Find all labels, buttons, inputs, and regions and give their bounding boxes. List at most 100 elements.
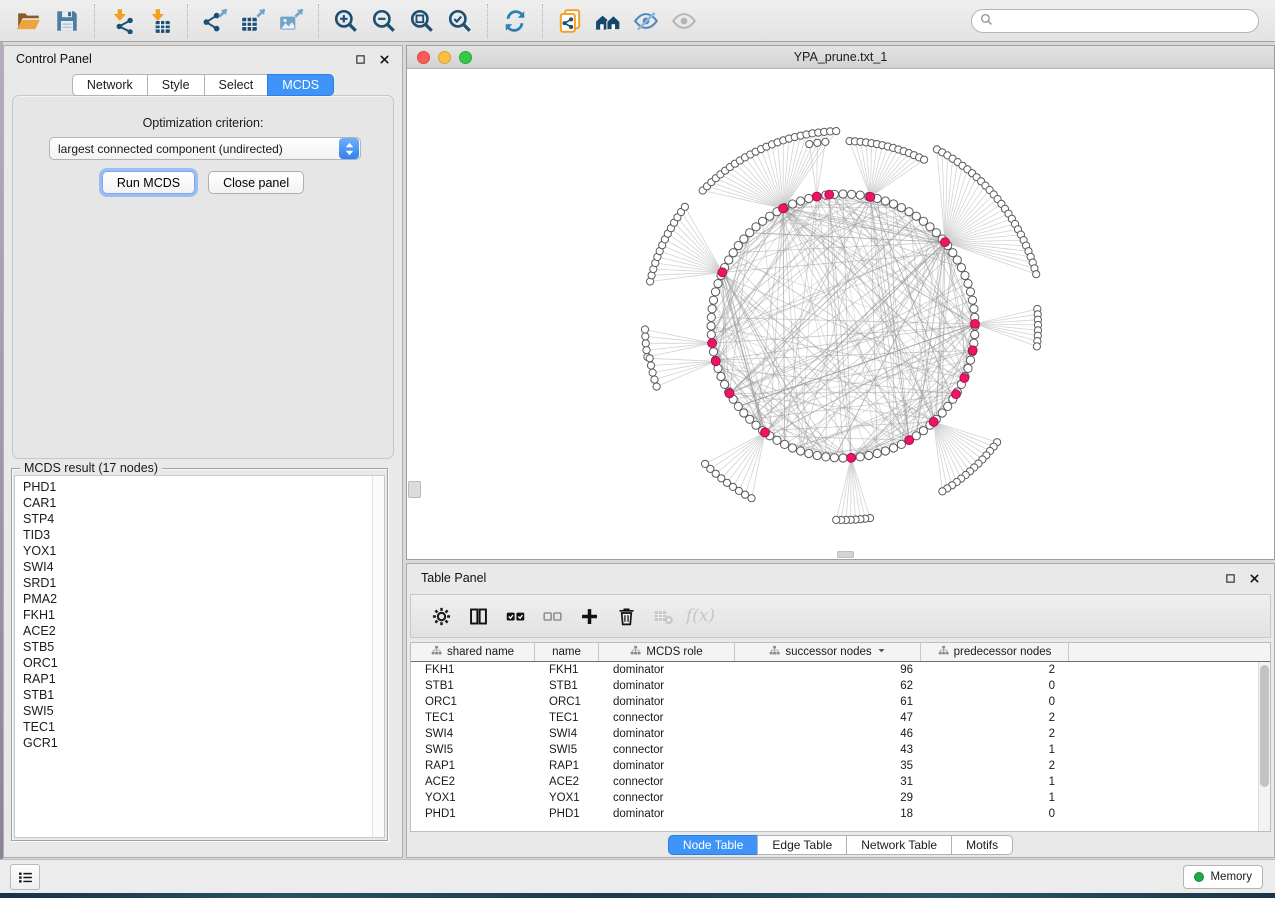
mcds-node[interactable]	[968, 346, 977, 355]
network-node[interactable]	[714, 280, 722, 288]
mcds-result-item[interactable]: FKH1	[15, 607, 384, 623]
table-row-YOX1[interactable]: YOX1YOX1connector291	[411, 790, 1270, 806]
network-node[interactable]	[788, 444, 796, 452]
network-node[interactable]	[957, 264, 965, 272]
float-panel-icon[interactable]	[355, 54, 366, 65]
columns-icon[interactable]	[460, 599, 497, 633]
table-row-SWI4[interactable]: SWI4SWI4dominator462	[411, 726, 1270, 742]
network-node[interactable]	[813, 451, 821, 459]
criterion-select[interactable]: largest connected component (undirected)	[49, 137, 361, 160]
network-node[interactable]	[797, 197, 805, 205]
zoom-window-icon[interactable]	[459, 51, 472, 64]
network-leaf-node[interactable]	[641, 326, 648, 333]
network-node[interactable]	[970, 305, 978, 313]
table-scrollbar[interactable]	[1258, 662, 1270, 831]
network-node[interactable]	[889, 444, 897, 452]
mcds-result-item[interactable]: PMA2	[15, 591, 384, 607]
zoom-selected-icon[interactable]	[441, 4, 479, 38]
network-node[interactable]	[873, 449, 881, 457]
network-leaf-node[interactable]	[681, 203, 688, 210]
network-node[interactable]	[897, 440, 905, 448]
network-leaf-node[interactable]	[833, 516, 840, 523]
tab-mcds[interactable]: MCDS	[267, 74, 334, 96]
tab-edge-table[interactable]: Edge Table	[757, 835, 847, 855]
mcds-node[interactable]	[929, 418, 938, 427]
table-row-ORC1[interactable]: ORC1ORC1dominator610	[411, 694, 1270, 710]
network-node[interactable]	[708, 305, 716, 313]
network-node[interactable]	[717, 372, 725, 380]
column-header-successor-nodes[interactable]: successor nodes	[735, 643, 921, 661]
network-leaf-node[interactable]	[653, 383, 660, 390]
network-leaf-node[interactable]	[921, 156, 928, 163]
mcds-node[interactable]	[866, 193, 875, 202]
network-node[interactable]	[759, 217, 767, 225]
network-node[interactable]	[905, 208, 913, 216]
network-node[interactable]	[961, 271, 969, 279]
network-node[interactable]	[707, 322, 715, 330]
network-node[interactable]	[709, 296, 717, 304]
network-leaf-node[interactable]	[647, 362, 654, 369]
mcds-node[interactable]	[941, 238, 950, 247]
mcds-node[interactable]	[708, 339, 717, 348]
tab-network[interactable]: Network	[72, 74, 148, 96]
tab-node-table[interactable]: Node Table	[668, 835, 759, 855]
table-row-FKH1[interactable]: FKH1FKH1dominator962	[411, 662, 1270, 678]
network-node[interactable]	[964, 280, 972, 288]
network-node[interactable]	[964, 364, 972, 372]
mcds-result-item[interactable]: STB1	[15, 687, 384, 703]
mcds-result-item[interactable]: SRD1	[15, 575, 384, 591]
network-leaf-node[interactable]	[646, 355, 653, 362]
network-node[interactable]	[971, 331, 979, 339]
tab-motifs[interactable]: Motifs	[951, 835, 1013, 855]
search-box[interactable]	[971, 9, 1259, 33]
mcds-node[interactable]	[711, 357, 720, 366]
network-node[interactable]	[897, 204, 905, 212]
network-canvas[interactable]	[407, 69, 1274, 559]
network-window-titlebar[interactable]: YPA_prune.txt_1	[407, 46, 1274, 69]
network-leaf-node[interactable]	[651, 376, 658, 383]
close-panel-icon[interactable]	[379, 54, 390, 65]
open-folder-icon[interactable]	[10, 4, 48, 38]
mcds-node[interactable]	[779, 204, 788, 213]
table-row-RAP1[interactable]: RAP1RAP1dominator352	[411, 758, 1270, 774]
network-vertical-scroll-thumb[interactable]	[408, 481, 421, 498]
network-leaf-node[interactable]	[1033, 271, 1040, 278]
import-table-icon[interactable]	[141, 4, 179, 38]
clipboard-network-icon[interactable]	[551, 4, 589, 38]
table-scroll-thumb[interactable]	[1260, 665, 1269, 787]
mcds-result-item[interactable]: STP4	[15, 511, 384, 527]
close-table-panel-icon[interactable]	[1249, 573, 1260, 584]
mcds-result-item[interactable]: TEC1	[15, 719, 384, 735]
network-leaf-node[interactable]	[643, 347, 650, 354]
mcds-result-item[interactable]: STB5	[15, 639, 384, 655]
close-window-icon[interactable]	[417, 51, 430, 64]
zoom-fit-icon[interactable]	[403, 4, 441, 38]
network-node[interactable]	[725, 256, 733, 264]
network-node[interactable]	[707, 313, 715, 321]
mcds-result-item[interactable]: GCR1	[15, 735, 384, 751]
table-row-STB1[interactable]: STB1STB1dominator620	[411, 678, 1270, 694]
mcds-result-item[interactable]: CAR1	[15, 495, 384, 511]
show-panels-button[interactable]	[10, 864, 40, 890]
network-node[interactable]	[788, 200, 796, 208]
table-row-ACE2[interactable]: ACE2ACE2connector311	[411, 774, 1270, 790]
column-header-shared-name[interactable]: shared name	[411, 643, 535, 661]
mcds-result-item[interactable]: PHD1	[15, 479, 384, 495]
trash-icon[interactable]	[608, 599, 645, 633]
network-leaf-node[interactable]	[939, 488, 946, 495]
network-node[interactable]	[729, 249, 737, 257]
network-leaf-node[interactable]	[642, 340, 649, 347]
network-node[interactable]	[830, 454, 838, 462]
column-header-predecessor-nodes[interactable]: predecessor nodes	[921, 643, 1069, 661]
network-leaf-node[interactable]	[702, 460, 709, 467]
tab-select[interactable]: Select	[204, 74, 269, 96]
network-leaf-node[interactable]	[806, 141, 813, 148]
tab-style[interactable]: Style	[147, 74, 205, 96]
mcds-result-item[interactable]: ORC1	[15, 655, 384, 671]
mcds-node[interactable]	[725, 389, 734, 398]
column-header-MCDS-role[interactable]: MCDS role	[599, 643, 735, 661]
network-node[interactable]	[848, 190, 856, 198]
hide-eye-icon[interactable]	[627, 4, 665, 38]
save-icon[interactable]	[48, 4, 86, 38]
gear-icon[interactable]	[423, 599, 460, 633]
